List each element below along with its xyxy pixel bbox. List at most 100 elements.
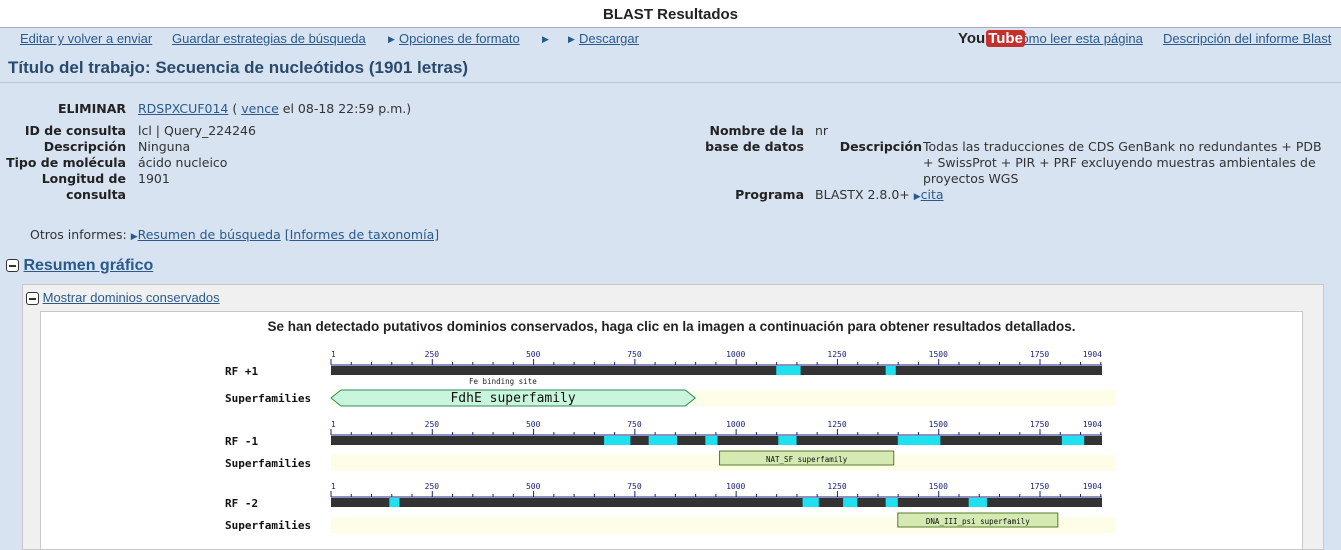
- tick-label: 1500: [929, 350, 948, 359]
- superfamilies-label: Superfamilies: [225, 457, 311, 470]
- tick-label: 1000: [726, 482, 745, 491]
- tick-label: 500: [526, 482, 541, 491]
- tick-label: 1750: [1030, 482, 1049, 491]
- tick-label: 750: [627, 482, 642, 491]
- frame-label: RF +1: [225, 365, 258, 378]
- tick-label: 1250: [827, 420, 846, 429]
- tick-label: 1250: [827, 350, 846, 359]
- tick-label: 1: [331, 482, 336, 491]
- download-link[interactable]: Descargar: [579, 31, 639, 46]
- how-to-read-link[interactable]: Cómo leer esta página: [1012, 31, 1143, 46]
- collapse-icon[interactable]: [26, 292, 39, 306]
- tick-label: 1000: [726, 350, 745, 359]
- tick-label: 500: [526, 350, 541, 359]
- frame-label: RF -2: [225, 497, 258, 510]
- other-reports-row: Otros informes: ▶Resumen de búsqueda [In…: [30, 227, 439, 242]
- hit-segment: [885, 366, 896, 375]
- graphic-summary-header[interactable]: Resumen gráfico: [6, 257, 153, 275]
- tick-label: 1750: [1030, 420, 1049, 429]
- database-name-label: Nombre de la base de datos: [705, 123, 804, 154]
- tick-label: 1000: [726, 420, 745, 429]
- youtube-icon[interactable]: You Tube: [958, 30, 1025, 47]
- hit-segment: [843, 498, 858, 507]
- edit-resubmit-link[interactable]: Editar y volver a enviar: [20, 31, 152, 46]
- delete-label: ELIMINAR: [57, 101, 126, 116]
- hit-segment: [802, 498, 819, 507]
- report-description-link[interactable]: Descripción del informe Blast: [1163, 31, 1331, 46]
- query-id-value: lcl | Query_224246: [138, 123, 256, 138]
- tick-label: 750: [627, 350, 642, 359]
- tick-label: 1750: [1030, 350, 1049, 359]
- program-value: BLASTX 2.8.0+: [815, 187, 910, 202]
- superfamilies-label: Superfamilies: [225, 392, 311, 405]
- taxonomy-reports-link[interactable]: [Informes de taxonomía]: [285, 227, 439, 242]
- triangle-right-icon: ▶: [568, 34, 575, 44]
- program-label: Programa: [735, 187, 804, 202]
- format-options-link[interactable]: Opciones de formato: [399, 31, 520, 46]
- other-reports-label: Otros informes:: [30, 227, 127, 242]
- tick-label: 500: [526, 420, 541, 429]
- description-value: Ninguna: [138, 139, 191, 154]
- show-conserved-domains-link[interactable]: Mostrar dominios conservados: [43, 290, 220, 305]
- tick-label: 1500: [929, 482, 948, 491]
- citation-link[interactable]: cita: [921, 187, 944, 202]
- page-title: BLAST Resultados: [602, 6, 738, 23]
- page-title-bar: BLAST Resultados: [0, 0, 1341, 28]
- program-row: BLASTX 2.8.0+ ▶cita: [815, 187, 944, 202]
- hit-segment: [885, 498, 898, 507]
- molecule-type-label: Tipo de molécula: [6, 155, 126, 170]
- query-length-value: 1901: [138, 171, 170, 186]
- domain-graphic[interactable]: 1 250 500 750 1000 1250 1500 1750 1904RF +1Super…: [41, 312, 1302, 549]
- tick-label: 1: [331, 350, 336, 359]
- domain-label: DNA_III_psi superfamily: [926, 517, 1030, 526]
- hit-segment: [897, 436, 941, 445]
- hit-segment: [968, 498, 987, 507]
- domain-graphic-box: Se han detectado putativos dominios cons…: [40, 311, 1303, 550]
- expires-text: el 08-18 22:59 p.m.): [282, 101, 412, 116]
- job-title: Título del trabajo: Secuencia de nucleót…: [8, 58, 469, 77]
- domain-label: FdhE superfamily: [450, 391, 575, 406]
- rid-row: RDSPXCUF014 ( vence el 08-18 22:59 p.m.): [138, 101, 411, 116]
- tick-label: 1250: [827, 482, 846, 491]
- hit-segment: [776, 366, 801, 375]
- triangle-right-icon: ▶: [913, 192, 921, 202]
- expires-link[interactable]: vence: [241, 101, 279, 116]
- paren: (: [232, 101, 238, 116]
- tick-label: 750: [627, 420, 642, 429]
- tick-label: 250: [425, 420, 440, 429]
- hit-segment: [1061, 436, 1085, 445]
- show-domains-row[interactable]: Mostrar dominios conservados: [26, 290, 220, 306]
- description-label: Descripción: [43, 139, 126, 154]
- graphic-summary-title[interactable]: Resumen gráfico: [23, 257, 153, 274]
- triangle-right-icon: ▶: [130, 232, 138, 242]
- tick-label: 1500: [929, 420, 948, 429]
- database-name-value: nr: [815, 123, 829, 138]
- tick-label: 1904: [1083, 420, 1102, 429]
- superfamilies-label: Superfamilies: [225, 519, 311, 532]
- hit-segment: [604, 436, 631, 445]
- sequence-track: [331, 366, 1102, 375]
- frame-label: RF -1: [225, 435, 258, 448]
- tick-label: 250: [425, 350, 440, 359]
- molecule-type-value: ácido nucleico: [138, 155, 228, 170]
- tick-label: 1904: [1083, 482, 1102, 491]
- tick-label: 1: [331, 420, 336, 429]
- save-strategies-link[interactable]: Guardar estrategias de búsqueda: [172, 31, 366, 46]
- query-id-label: ID de consulta: [24, 123, 126, 138]
- hit-segment: [778, 436, 797, 445]
- rid-link[interactable]: RDSPXCUF014: [138, 101, 228, 116]
- hit-segment: [389, 498, 400, 507]
- database-description-value: Todas las traducciones de CDS GenBank no…: [923, 139, 1322, 186]
- toolbar: Editar y volver a enviar Guardar estrate…: [0, 28, 1341, 50]
- hit-segment: [705, 436, 718, 445]
- triangle-right-icon[interactable]: ▶: [542, 34, 549, 45]
- hit-segment: [648, 436, 677, 445]
- collapse-icon[interactable]: [6, 259, 19, 273]
- tick-label: 1904: [1083, 350, 1102, 359]
- tick-label: 250: [425, 482, 440, 491]
- query-length-label: Longitud de consulta: [41, 171, 126, 202]
- divider: [0, 82, 1341, 83]
- search-summary-link[interactable]: Resumen de búsqueda: [138, 227, 281, 242]
- site-label: Fe binding site: [469, 377, 537, 386]
- triangle-right-icon: ▶: [388, 34, 395, 44]
